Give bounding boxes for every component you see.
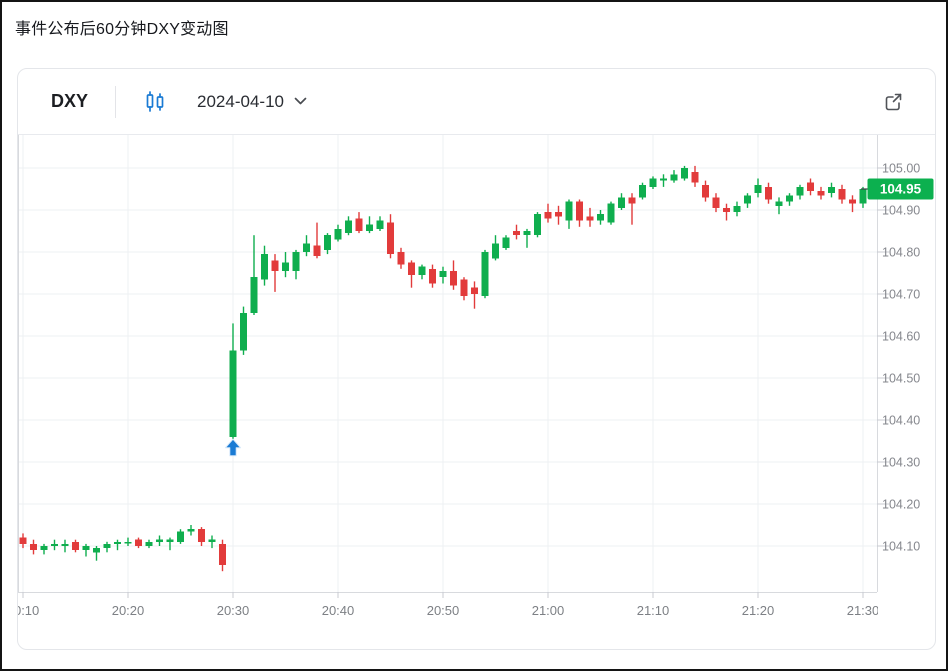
svg-text:104.30: 104.30 bbox=[882, 456, 920, 470]
last-price-badge: 104.95 bbox=[868, 179, 934, 200]
page-title: 事件公布后60分钟DXY变动图 bbox=[15, 15, 229, 39]
svg-text:104.80: 104.80 bbox=[882, 246, 920, 260]
screenshot-frame: 事件公布后60分钟DXY变动图 DXY 2024-04-10 bbox=[0, 0, 948, 671]
svg-text:104.20: 104.20 bbox=[882, 498, 920, 512]
symbol-label: DXY bbox=[51, 91, 88, 112]
chart-card: DXY 2024-04-10 bbox=[17, 68, 936, 650]
date-selector[interactable]: 2024-04-10 bbox=[197, 92, 307, 112]
svg-text:20:10: 20:10 bbox=[18, 603, 39, 618]
svg-text:21:00: 21:00 bbox=[532, 603, 565, 618]
svg-text:104.70: 104.70 bbox=[882, 288, 920, 302]
chevron-down-icon bbox=[294, 97, 307, 106]
svg-text:20:30: 20:30 bbox=[217, 603, 250, 618]
svg-text:104.50: 104.50 bbox=[882, 372, 920, 386]
date-value: 2024-04-10 bbox=[197, 92, 284, 112]
candlestick-chart[interactable]: 105.00 104.90 104.80 104.70 104.60 104.50 104.… bbox=[18, 135, 935, 650]
chart-area: 105.00 104.90 104.80 104.70 104.60 104.50 104.… bbox=[18, 134, 935, 649]
external-link-icon[interactable] bbox=[882, 90, 905, 113]
toolbar-divider bbox=[115, 86, 116, 118]
svg-text:20:20: 20:20 bbox=[112, 603, 145, 618]
svg-text:104.90: 104.90 bbox=[882, 204, 920, 218]
svg-text:104.40: 104.40 bbox=[882, 414, 920, 428]
svg-text:21:30: 21:30 bbox=[847, 603, 880, 618]
svg-text:105.00: 105.00 bbox=[882, 162, 920, 176]
svg-text:104.60: 104.60 bbox=[882, 330, 920, 344]
candlestick-icon[interactable] bbox=[143, 90, 167, 114]
svg-text:104.10: 104.10 bbox=[882, 540, 920, 554]
svg-text:104.95: 104.95 bbox=[880, 182, 922, 197]
svg-text:20:40: 20:40 bbox=[322, 603, 355, 618]
svg-text:20:50: 20:50 bbox=[427, 603, 460, 618]
svg-text:21:10: 21:10 bbox=[637, 603, 670, 618]
chart-toolbar: DXY 2024-04-10 bbox=[18, 69, 935, 134]
svg-text:21:20: 21:20 bbox=[742, 603, 775, 618]
